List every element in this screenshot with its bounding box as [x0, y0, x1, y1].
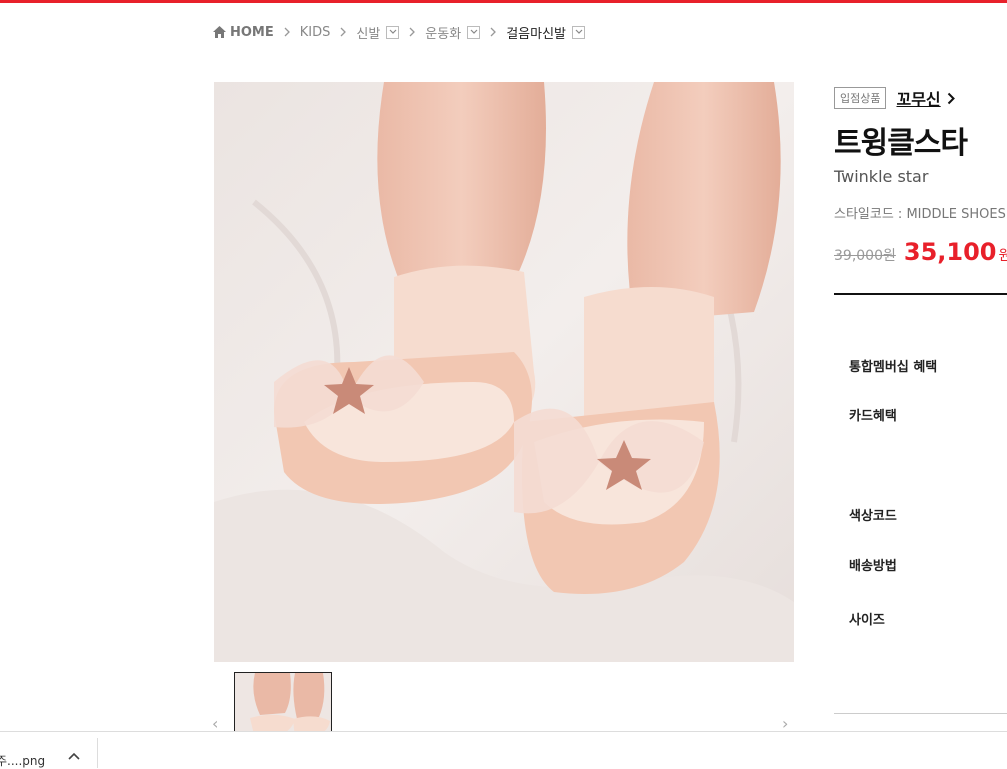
sale-price-unit: 원 [999, 245, 1007, 265]
brand-link[interactable]: 꼬무신 [896, 86, 954, 110]
chevron-up-icon[interactable] [68, 748, 80, 764]
style-code: 스타일코드 : MIDDLE SHOES [834, 203, 1006, 222]
membership-benefit-label: 통합멤버십 혜택 [849, 356, 937, 375]
download-filename[interactable]: 주....png [0, 752, 45, 769]
chevron-right-icon [947, 92, 955, 105]
home-icon [213, 26, 226, 38]
product-main-image[interactable] [214, 82, 794, 662]
breadcrumb-kids[interactable]: KIDS [300, 25, 331, 40]
download-separator [97, 738, 98, 768]
product-title: 트윙클스타 [834, 118, 967, 162]
chevron-right-icon [340, 27, 346, 37]
breadcrumb: HOME KIDS 신발 운동화 걸음마신발 [213, 22, 585, 42]
shipping-method-label: 배송방법 [849, 555, 897, 574]
chevron-down-icon [470, 29, 478, 35]
product-thumbnail[interactable] [234, 672, 332, 738]
color-code-label: 색상코드 [849, 505, 897, 524]
chevron-down-icon [575, 29, 583, 35]
original-price: 39,000원 [834, 245, 896, 265]
top-accent-line [0, 0, 1007, 3]
card-benefit-label: 카드혜택 [849, 405, 897, 424]
brand-row: 입점상품 꼬무신 [834, 86, 955, 110]
chevron-right-icon [284, 27, 290, 37]
dropdown-toggle-shoes[interactable] [386, 26, 399, 39]
chevron-right-icon [490, 27, 496, 37]
price-row: 39,000원 35,100 원 [ [834, 238, 1007, 266]
breadcrumb-home-label: HOME [230, 25, 274, 40]
sale-price: 35,100 [904, 238, 997, 266]
chevron-down-icon [389, 29, 397, 35]
breadcrumb-shoes[interactable]: 신발 [356, 23, 380, 42]
size-label: 사이즈 [849, 609, 885, 628]
product-english-name: Twinkle star [834, 167, 928, 186]
price-divider [834, 293, 1007, 295]
dropdown-toggle-sneakers[interactable] [467, 26, 480, 39]
breadcrumb-baby-walkers[interactable]: 걸음마신발 [506, 23, 566, 42]
chevron-right-icon [409, 27, 415, 37]
partner-badge: 입점상품 [834, 87, 886, 109]
download-bar: 주....png [0, 731, 1007, 768]
info-divider [834, 713, 1007, 714]
brand-name: 꼬무신 [896, 86, 940, 110]
breadcrumb-sneakers[interactable]: 운동화 [425, 23, 461, 42]
dropdown-toggle-baby-walkers[interactable] [572, 26, 585, 39]
breadcrumb-home[interactable]: HOME [213, 25, 274, 40]
